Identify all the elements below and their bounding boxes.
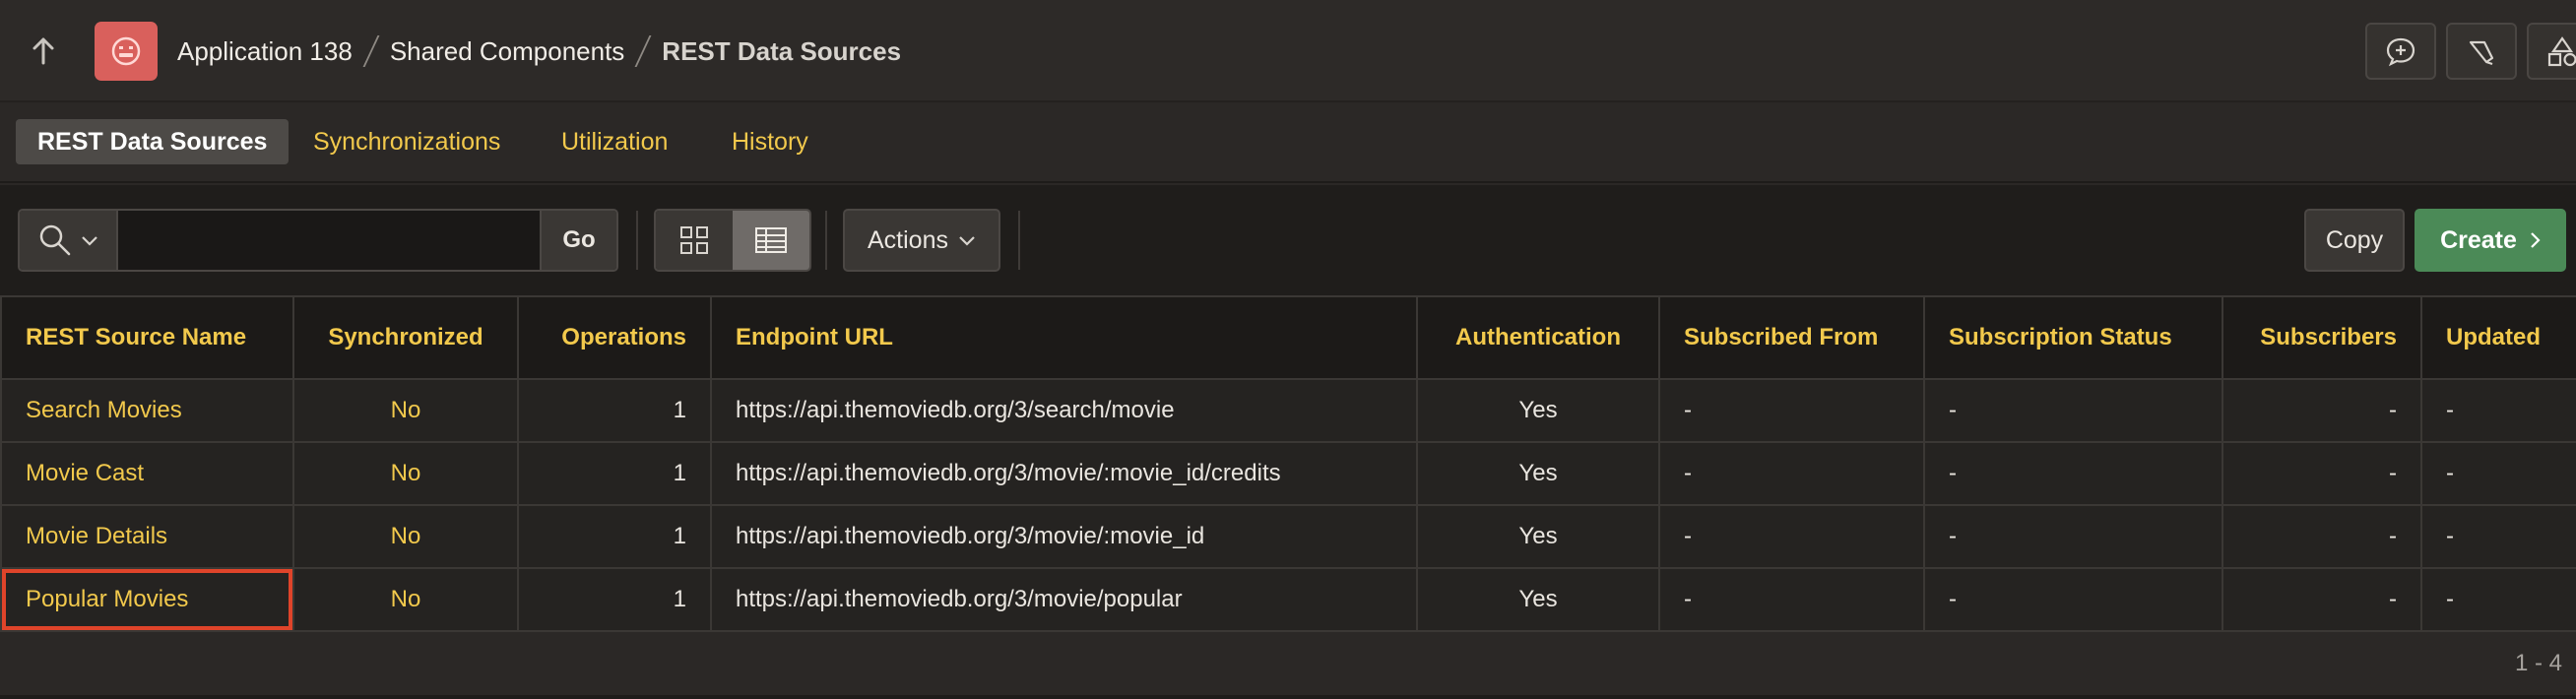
subscribers-cell: - (2222, 567, 2422, 632)
go-button[interactable]: Go (540, 211, 616, 270)
breadcrumb-separator (362, 35, 380, 67)
top-bar: Application 138 Shared Components REST D… (0, 0, 2576, 102)
toolbar-divider (825, 211, 827, 270)
comment-button[interactable] (2365, 23, 2436, 80)
column-header-authentication[interactable]: Authentication (1416, 295, 1660, 380)
table-row: Search Movies No 1 https://api.themovied… (0, 378, 2576, 443)
rest-source-name-link[interactable]: Movie Details (0, 504, 294, 569)
breadcrumb-shared-components[interactable]: Shared Components (386, 36, 628, 67)
pen-icon (2469, 40, 2494, 66)
pagination-info: 1 - 4 (2514, 650, 2562, 676)
updated-cell: - (2420, 567, 2576, 632)
rest-source-name-link[interactable]: Movie Cast (0, 441, 294, 506)
report-view-button[interactable] (733, 211, 809, 270)
updated-cell: - (2420, 504, 2576, 569)
toolbar-divider (1018, 211, 1020, 270)
subscription-status-cell: - (1923, 504, 2223, 569)
endpoint-url-cell: https://api.themoviedb.org/3/search/movi… (710, 378, 1418, 443)
rest-source-name-link[interactable]: Popular Movies (0, 567, 294, 632)
report-view-icon (755, 227, 787, 253)
subscribers-cell: - (2222, 441, 2422, 506)
subscribers-cell: - (2222, 504, 2422, 569)
synchronized-link[interactable]: No (292, 567, 519, 632)
subscribed-from-cell: - (1658, 378, 1925, 443)
tab-synchronizations[interactable]: Synchronizations (291, 119, 522, 164)
search-bar: Go (18, 209, 618, 272)
chevron-down-icon (959, 236, 975, 246)
subscribed-from-cell: - (1658, 567, 1925, 632)
toolbar-divider (636, 211, 638, 270)
actions-menu-button[interactable]: Actions (843, 209, 1000, 272)
subscription-status-cell: - (1923, 567, 2223, 632)
rest-data-sources-table: REST Source Name Synchronized Operations… (0, 295, 2576, 632)
app-icon[interactable] (95, 22, 158, 81)
synchronized-link[interactable]: No (292, 504, 519, 569)
endpoint-url-cell: https://api.themoviedb.org/3/movie/:movi… (710, 504, 1418, 569)
updated-cell: - (2420, 378, 2576, 443)
report-toolbar: Go Actions Copy Create (0, 185, 2576, 295)
comment-icon (2386, 37, 2415, 67)
edit-button[interactable] (2446, 23, 2517, 80)
subscribed-from-cell: - (1658, 441, 1925, 506)
search-icon (39, 224, 71, 256)
shapes-icon (2547, 36, 2576, 67)
column-header-updated[interactable]: Updated (2420, 295, 2576, 380)
endpoint-url-cell: https://api.themoviedb.org/3/movie/:movi… (710, 441, 1418, 506)
updated-cell: - (2420, 441, 2576, 506)
breadcrumb-application[interactable]: Application 138 (173, 36, 356, 67)
grid-view-button[interactable] (656, 211, 733, 270)
chevron-right-icon (2531, 232, 2541, 248)
column-header-rest-source-name[interactable]: REST Source Name (0, 295, 294, 380)
grid-view-icon (680, 226, 708, 254)
table-row: Popular Movies No 1 https://api.themovie… (0, 567, 2576, 632)
authentication-cell: Yes (1416, 567, 1660, 632)
synchronized-link[interactable]: No (292, 441, 519, 506)
subscription-status-cell: - (1923, 378, 2223, 443)
table-row: Movie Cast No 1 https://api.themoviedb.o… (0, 441, 2576, 506)
operations-cell: 1 (517, 441, 712, 506)
breadcrumb: Application 138 Shared Components REST D… (173, 0, 905, 102)
authentication-cell: Yes (1416, 441, 1660, 506)
column-header-subscribed-from[interactable]: Subscribed From (1658, 295, 1925, 380)
column-header-synchronized[interactable]: Synchronized (292, 295, 519, 380)
tab-bar: REST Data Sources Synchronizations Utili… (0, 102, 2576, 183)
create-label: Create (2440, 225, 2517, 254)
chevron-down-icon (82, 236, 97, 246)
operations-cell: 1 (517, 378, 712, 443)
table-header-row: REST Source Name Synchronized Operations… (0, 295, 2576, 380)
column-header-endpoint-url[interactable]: Endpoint URL (710, 295, 1418, 380)
up-arrow-icon[interactable] (30, 35, 57, 67)
operations-cell: 1 (517, 504, 712, 569)
copy-button[interactable]: Copy (2304, 209, 2405, 272)
breadcrumb-current-page: REST Data Sources (662, 35, 902, 66)
search-input[interactable] (118, 211, 540, 270)
create-button[interactable]: Create (2415, 209, 2566, 272)
column-header-subscription-status[interactable]: Subscription Status (1923, 295, 2223, 380)
breadcrumb-separator (634, 35, 652, 67)
subscribers-cell: - (2222, 378, 2422, 443)
view-switcher (654, 209, 811, 272)
column-header-subscribers[interactable]: Subscribers (2222, 295, 2422, 380)
table-footer: 1 - 4 (0, 632, 2576, 695)
subscription-status-cell: - (1923, 441, 2223, 506)
tab-rest-data-sources[interactable]: REST Data Sources (16, 119, 290, 164)
actions-label: Actions (868, 225, 948, 254)
subscribed-from-cell: - (1658, 504, 1925, 569)
synchronized-link[interactable]: No (292, 378, 519, 443)
search-column-selector[interactable] (20, 211, 118, 270)
rest-source-name-link[interactable]: Search Movies (0, 378, 294, 443)
authentication-cell: Yes (1416, 378, 1660, 443)
authentication-cell: Yes (1416, 504, 1660, 569)
tab-history[interactable]: History (710, 119, 830, 164)
bottom-border (0, 695, 2576, 699)
column-header-operations[interactable]: Operations (517, 295, 712, 380)
tab-utilization[interactable]: Utilization (540, 119, 689, 164)
operations-cell: 1 (517, 567, 712, 632)
table-row: Movie Details No 1 https://api.themovied… (0, 504, 2576, 569)
shared-components-button[interactable] (2527, 23, 2576, 80)
endpoint-url-cell: https://api.themoviedb.org/3/movie/popul… (710, 567, 1418, 632)
